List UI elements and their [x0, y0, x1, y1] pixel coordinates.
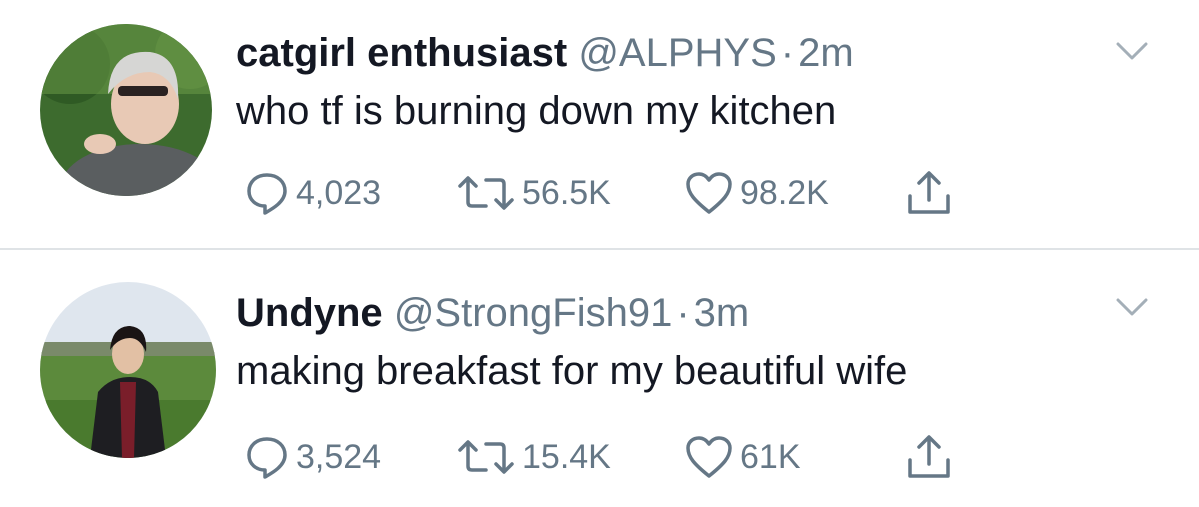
tweet-text: who tf is burning down my kitchen: [236, 89, 837, 133]
like-button[interactable]: 61K: [684, 430, 801, 484]
tweet-divider: [0, 248, 1199, 250]
timestamp[interactable]: 2m: [798, 31, 854, 75]
separator-dot: ·: [676, 291, 690, 335]
like-button[interactable]: 98.2K: [684, 166, 829, 220]
reply-button[interactable]: 3,524: [244, 430, 381, 484]
like-count: 98.2K: [740, 174, 829, 212]
tweet-header: catgirl enthusiast @ALPHYS · 2m: [236, 28, 854, 78]
chevron-down-icon[interactable]: [1112, 40, 1152, 64]
share-icon: [908, 171, 950, 214]
like-icon: [686, 436, 732, 478]
action-bar: 4,023 56.5K 98.2K: [244, 166, 1004, 220]
share-button[interactable]: [904, 166, 954, 220]
user-handle[interactable]: @StrongFish91: [394, 291, 673, 335]
avatar-image: [40, 282, 216, 458]
avatar-image: [40, 24, 212, 196]
tweet[interactable]: catgirl enthusiast @ALPHYS · 2m who tf is …: [0, 0, 1199, 248]
retweet-icon: [458, 440, 514, 474]
reply-icon: [247, 437, 287, 479]
tweet-text: making breakfast for my beautiful wife: [236, 349, 908, 393]
display-name[interactable]: catgirl enthusiast: [236, 31, 567, 75]
reply-icon: [247, 173, 287, 215]
timestamp[interactable]: 3m: [694, 291, 750, 335]
share-icon: [908, 435, 950, 478]
tweet-header: Undyne @StrongFish91 · 3m: [236, 288, 749, 338]
chevron-down-icon[interactable]: [1112, 296, 1152, 320]
retweet-icon: [458, 176, 514, 210]
retweet-count: 15.4K: [522, 438, 611, 476]
retweet-button[interactable]: 56.5K: [456, 166, 611, 220]
avatar[interactable]: [40, 282, 216, 458]
like-icon: [686, 172, 732, 214]
reply-button[interactable]: 4,023: [244, 166, 381, 220]
like-count: 61K: [740, 438, 801, 476]
user-handle[interactable]: @ALPHYS: [578, 31, 776, 75]
reply-count: 3,524: [296, 438, 382, 476]
reply-count: 4,023: [296, 174, 382, 212]
action-bar: 3,524 15.4K 61K: [244, 430, 1004, 484]
display-name[interactable]: Undyne: [236, 291, 383, 335]
retweet-button[interactable]: 15.4K: [456, 430, 611, 484]
share-button[interactable]: [904, 430, 954, 484]
retweet-count: 56.5K: [522, 174, 611, 212]
tweet[interactable]: Undyne @StrongFish91 · 3m making breakfast…: [0, 252, 1199, 500]
separator-dot: ·: [780, 31, 795, 75]
avatar[interactable]: [40, 24, 212, 196]
